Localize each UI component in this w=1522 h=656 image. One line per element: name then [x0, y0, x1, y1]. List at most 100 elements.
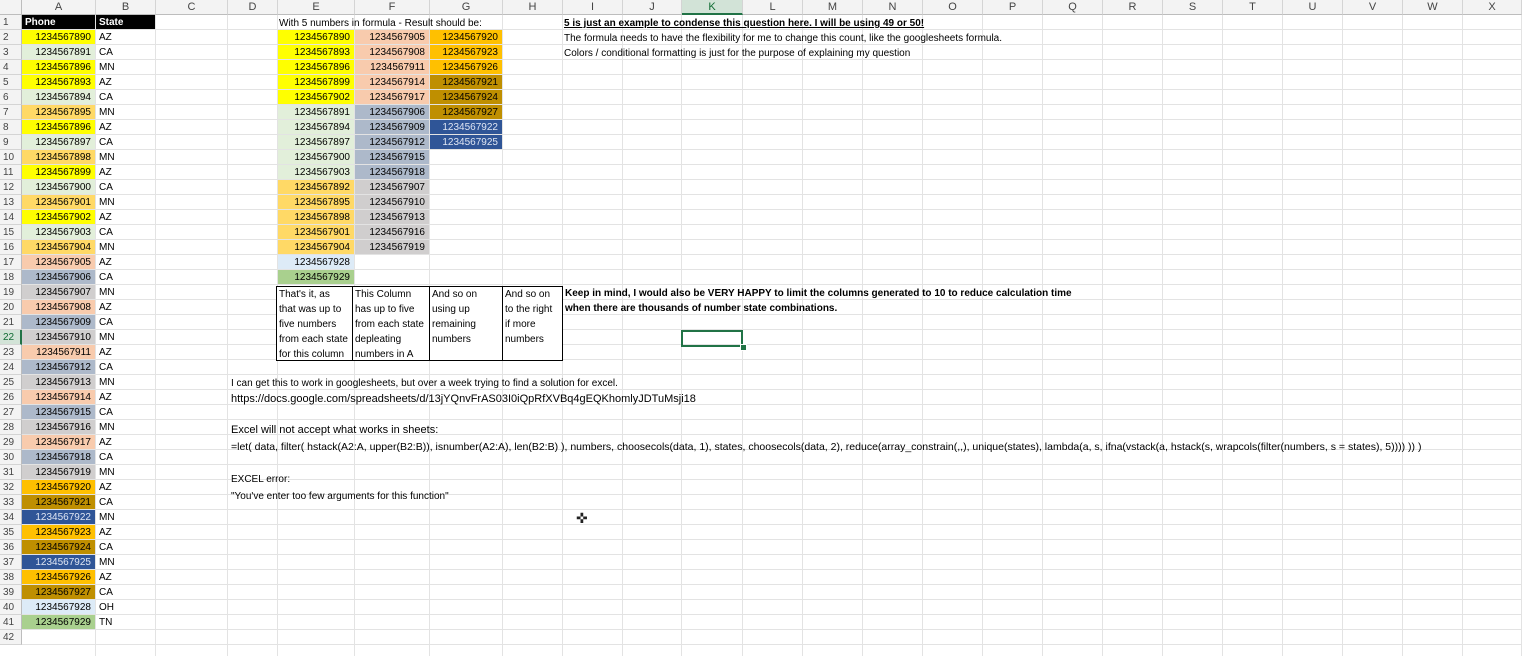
state-cell[interactable]: MN — [96, 195, 155, 209]
result-cell[interactable]: 1234567911 — [355, 60, 429, 74]
row-header-27[interactable]: 27 — [0, 405, 22, 420]
column-header-x[interactable]: X — [1463, 0, 1522, 15]
phone-cell[interactable]: 1234567923 — [22, 525, 95, 539]
phone-cell[interactable]: 1234567912 — [22, 360, 95, 374]
result-cell[interactable]: 1234567910 — [355, 195, 429, 209]
column-header-n[interactable]: N — [863, 0, 923, 15]
state-cell[interactable]: MN — [96, 465, 155, 479]
row-header-28[interactable]: 28 — [0, 420, 22, 435]
state-cell[interactable]: AZ — [96, 345, 155, 359]
row-header-21[interactable]: 21 — [0, 315, 22, 330]
result-cell[interactable]: 1234567909 — [355, 120, 429, 134]
result-cell[interactable]: 1234567893 — [278, 45, 354, 59]
phone-cell[interactable]: 1234567902 — [22, 210, 95, 224]
state-cell[interactable]: MN — [96, 105, 155, 119]
row-header-39[interactable]: 39 — [0, 585, 22, 600]
phone-cell[interactable]: 1234567924 — [22, 540, 95, 554]
phone-cell[interactable]: 1234567893 — [22, 75, 95, 89]
column-header-f[interactable]: F — [355, 0, 430, 15]
phone-cell[interactable]: 1234567929 — [22, 615, 95, 629]
row-header-18[interactable]: 18 — [0, 270, 22, 285]
column-header-s[interactable]: S — [1163, 0, 1223, 15]
state-cell[interactable]: CA — [96, 585, 155, 599]
result-cell[interactable]: 1234567924 — [430, 90, 502, 104]
result-cell[interactable]: 1234567916 — [355, 225, 429, 239]
phone-cell[interactable]: 1234567898 — [22, 150, 95, 164]
result-cell[interactable]: 1234567915 — [355, 150, 429, 164]
phone-cell[interactable]: 1234567904 — [22, 240, 95, 254]
row-header-33[interactable]: 33 — [0, 495, 22, 510]
row-header-17[interactable]: 17 — [0, 255, 22, 270]
row-header-14[interactable]: 14 — [0, 210, 22, 225]
state-cell[interactable]: AZ — [96, 435, 155, 449]
row-header-6[interactable]: 6 — [0, 90, 22, 105]
row-header-10[interactable]: 10 — [0, 150, 22, 165]
row-header-31[interactable]: 31 — [0, 465, 22, 480]
row-header-35[interactable]: 35 — [0, 525, 22, 540]
state-cell[interactable]: MN — [96, 330, 155, 344]
result-cell[interactable]: 1234567894 — [278, 120, 354, 134]
result-cell[interactable]: 1234567899 — [278, 75, 354, 89]
result-cell[interactable]: 1234567927 — [430, 105, 502, 119]
result-cell[interactable]: 1234567925 — [430, 135, 502, 149]
phone-cell[interactable]: 1234567922 — [22, 510, 95, 524]
state-cell[interactable]: MN — [96, 285, 155, 299]
row-header-30[interactable]: 30 — [0, 450, 22, 465]
row-header-26[interactable]: 26 — [0, 390, 22, 405]
state-cell[interactable]: MN — [96, 555, 155, 569]
phone-cell[interactable]: 1234567895 — [22, 105, 95, 119]
row-header-3[interactable]: 3 — [0, 45, 22, 60]
row-header-5[interactable]: 5 — [0, 75, 22, 90]
phone-cell[interactable]: 1234567905 — [22, 255, 95, 269]
state-cell[interactable]: CA — [96, 90, 155, 104]
notes-box-4[interactable]: And so on to the right if more numbers — [502, 286, 563, 361]
row-header-1[interactable]: 1 — [0, 15, 22, 30]
column-header-d[interactable]: D — [228, 0, 278, 15]
result-cell[interactable]: 1234567917 — [355, 90, 429, 104]
column-header-a[interactable]: A — [22, 0, 96, 15]
state-cell[interactable]: AZ — [96, 30, 155, 44]
result-cell[interactable]: 1234567898 — [278, 210, 354, 224]
row-header-36[interactable]: 36 — [0, 540, 22, 555]
row-header-29[interactable]: 29 — [0, 435, 22, 450]
row-header-37[interactable]: 37 — [0, 555, 22, 570]
phone-cell[interactable]: 1234567921 — [22, 495, 95, 509]
phone-cell[interactable]: 1234567896 — [22, 120, 95, 134]
phone-cell[interactable]: 1234567890 — [22, 30, 95, 44]
row-header-42[interactable]: 42 — [0, 630, 22, 645]
active-cell-k22[interactable] — [681, 330, 743, 347]
result-cell[interactable]: 1234567921 — [430, 75, 502, 89]
state-cell[interactable]: OH — [96, 600, 155, 614]
row-header-22[interactable]: 22 — [0, 330, 22, 345]
row-header-8[interactable]: 8 — [0, 120, 22, 135]
result-cell[interactable]: 1234567897 — [278, 135, 354, 149]
column-header-e[interactable]: E — [278, 0, 355, 15]
note-cell-i1[interactable]: 5 is just an example to condense this qu… — [564, 16, 924, 31]
result-cell[interactable]: 1234567905 — [355, 30, 429, 44]
state-cell[interactable]: MN — [96, 420, 155, 434]
spreadsheet-grid[interactable]: ABCDEFGHIJKLMNOPQRSTUVWX 1 2 3 4 5 6 7 8 9 10 11 12… — [0, 0, 1522, 656]
state-cell[interactable]: AZ — [96, 525, 155, 539]
phone-cell[interactable]: 1234567894 — [22, 90, 95, 104]
notes-box-1[interactable]: That's it, as that was up to five numbers f… — [276, 286, 353, 361]
row-header-11[interactable]: 11 — [0, 165, 22, 180]
state-cell[interactable]: AZ — [96, 570, 155, 584]
column-header-u[interactable]: U — [1283, 0, 1343, 15]
excel-note-cell[interactable]: Excel will not accept what works in shee… — [231, 423, 438, 438]
result-cell[interactable]: 1234567896 — [278, 60, 354, 74]
state-cell[interactable]: CA — [96, 180, 155, 194]
column-header-r[interactable]: R — [1103, 0, 1163, 15]
notes-box-2[interactable]: This Column has up to five from each state… — [352, 286, 430, 361]
phone-cell[interactable]: 1234567920 — [22, 480, 95, 494]
column-header-c[interactable]: C — [156, 0, 228, 15]
row-header-13[interactable]: 13 — [0, 195, 22, 210]
column-header-w[interactable]: W — [1403, 0, 1463, 15]
row-header-7[interactable]: 7 — [0, 105, 22, 120]
row-header-12[interactable]: 12 — [0, 180, 22, 195]
column-header-b[interactable]: B — [96, 0, 156, 15]
result-cell[interactable]: 1234567901 — [278, 225, 354, 239]
result-cell[interactable]: 1234567919 — [355, 240, 429, 254]
phone-cell[interactable]: 1234567919 — [22, 465, 95, 479]
formula-cell[interactable]: =let( data, filter( hstack(A2:A, upper(B… — [231, 440, 1421, 455]
phone-cell[interactable]: 1234567899 — [22, 165, 95, 179]
